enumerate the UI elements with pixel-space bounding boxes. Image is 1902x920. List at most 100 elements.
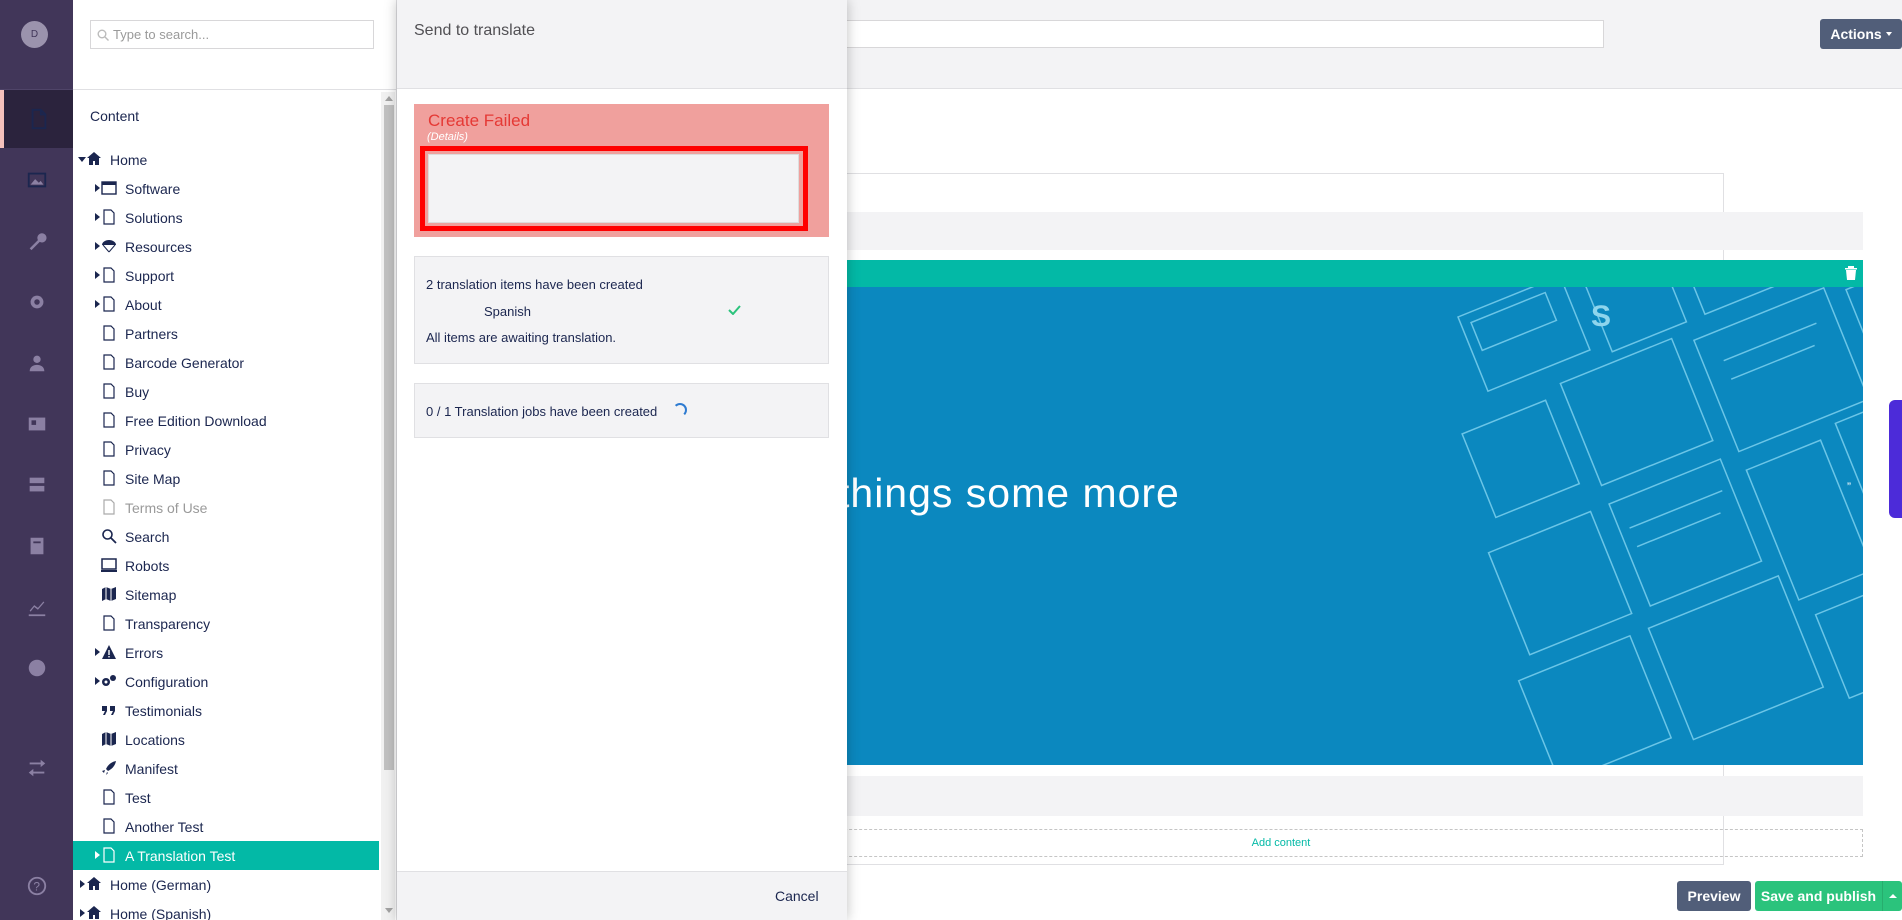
tree-item[interactable]: Free Edition Download bbox=[73, 406, 379, 435]
document-icon bbox=[100, 788, 118, 806]
tree-item-label: Home (Spanish) bbox=[110, 905, 212, 920]
tree-item[interactable]: Sitemap bbox=[73, 580, 379, 609]
nav-translation-button[interactable] bbox=[0, 517, 73, 575]
tree-item-label: Robots bbox=[125, 557, 170, 574]
add-content-button[interactable]: Add content bbox=[699, 829, 1863, 857]
tree-item[interactable]: Site Map bbox=[73, 464, 379, 493]
translation-items-card: 2 translation items have been created Sp… bbox=[414, 256, 829, 364]
nav-forms-button[interactable] bbox=[0, 456, 73, 514]
dialog-header: Send to translate bbox=[397, 0, 847, 89]
tree-item-label: Support bbox=[125, 267, 175, 284]
tree-item-label: Another Test bbox=[125, 818, 204, 835]
tree-item[interactable]: About bbox=[73, 290, 379, 319]
map-icon bbox=[100, 730, 118, 748]
tree-item[interactable]: Robots bbox=[73, 551, 379, 580]
tree-item-label: Configuration bbox=[125, 673, 209, 690]
tree-item[interactable]: Terms of Use bbox=[73, 493, 379, 522]
language-label: Spanish bbox=[484, 304, 531, 319]
loading-spinner-icon bbox=[673, 403, 687, 417]
tree-item[interactable]: Transparency bbox=[73, 609, 379, 638]
tree-item-label: Software bbox=[125, 180, 181, 197]
tree-item[interactable]: Privacy bbox=[73, 435, 379, 464]
check-icon bbox=[728, 305, 741, 315]
members-icon bbox=[28, 417, 45, 431]
feedback-tab[interactable] bbox=[1889, 400, 1902, 518]
help-button[interactable]: ? bbox=[0, 857, 73, 915]
content-tree: Home Software Solutions Resources Support Abo… bbox=[73, 145, 379, 920]
nav-users-button[interactable] bbox=[0, 334, 73, 392]
chevron-up-icon bbox=[1888, 894, 1897, 898]
scroll-down-icon[interactable] bbox=[385, 908, 393, 913]
tree-item-label: Search bbox=[125, 528, 170, 545]
selected-row-bar bbox=[698, 260, 1863, 287]
hero-illustration: S bbox=[1457, 287, 1863, 765]
tree-search-input[interactable]: Type to search... bbox=[90, 20, 374, 49]
home-icon bbox=[85, 904, 103, 920]
user-avatar[interactable]: D bbox=[21, 21, 48, 48]
translation-icon bbox=[30, 537, 43, 555]
error-details-box bbox=[428, 154, 799, 223]
tree-item[interactable]: Support bbox=[73, 261, 379, 290]
nav-deploy-button[interactable] bbox=[0, 739, 73, 797]
tree-item[interactable]: Locations bbox=[73, 725, 379, 754]
tree-item[interactable]: Home (Spanish) bbox=[73, 899, 379, 920]
tree-item[interactable]: Partners bbox=[73, 319, 379, 348]
hero-heading: things some more bbox=[838, 470, 1180, 516]
cogs-icon bbox=[100, 672, 118, 690]
actions-button[interactable]: Actions bbox=[1820, 19, 1902, 49]
tree-item[interactable]: Manifest bbox=[73, 754, 379, 783]
save-options-toggle[interactable] bbox=[1882, 881, 1902, 911]
tree-item[interactable]: Another Test bbox=[73, 812, 379, 841]
document-icon bbox=[100, 353, 118, 371]
tree-item[interactable]: Buy bbox=[73, 377, 379, 406]
content-tree-panel: Type to search... Content Home Software So… bbox=[73, 0, 397, 920]
tree-item-label: Sitemap bbox=[125, 586, 177, 603]
grid-row-footer bbox=[698, 776, 1863, 816]
tree-item-label: A Translation Test bbox=[125, 847, 236, 864]
items-created-text: 2 translation items have been created bbox=[426, 277, 643, 292]
tree-item[interactable]: Errors bbox=[73, 638, 379, 667]
nav-media-button[interactable] bbox=[0, 151, 73, 209]
tree-item-label: Home (German) bbox=[110, 876, 212, 893]
nav-analytics-button[interactable] bbox=[0, 578, 73, 636]
nav-members-button[interactable] bbox=[0, 395, 73, 453]
tree-item[interactable]: Solutions bbox=[73, 203, 379, 232]
save-and-publish-button[interactable]: Save and publish bbox=[1755, 881, 1882, 911]
node-name-input[interactable] bbox=[827, 20, 1604, 48]
tree-item-label: Errors bbox=[125, 644, 164, 661]
tree-item[interactable]: Test bbox=[73, 783, 379, 812]
nav-settings-wrench-button[interactable] bbox=[0, 212, 73, 270]
tree-item[interactable]: Software bbox=[73, 174, 379, 203]
preview-button[interactable]: Preview bbox=[1677, 881, 1751, 911]
media-icon bbox=[27, 172, 46, 188]
tree-item[interactable]: Home bbox=[73, 145, 379, 174]
tree-item-label: About bbox=[125, 296, 162, 313]
tree-item[interactable]: Barcode Generator bbox=[73, 348, 379, 377]
cancel-button[interactable]: Cancel bbox=[775, 888, 819, 904]
scroll-up-icon[interactable] bbox=[385, 96, 393, 101]
quote-icon bbox=[100, 701, 118, 719]
globe-icon bbox=[28, 659, 45, 677]
tree-item[interactable]: Testimonials bbox=[73, 696, 379, 725]
document-icon bbox=[100, 614, 118, 632]
delete-row-icon[interactable] bbox=[1844, 265, 1858, 281]
map-icon bbox=[100, 585, 118, 603]
tree-item[interactable]: Resources bbox=[73, 232, 379, 261]
tree-item-label: Solutions bbox=[125, 209, 183, 226]
tree-header-divider bbox=[73, 89, 397, 90]
dialog-title: Send to translate bbox=[414, 22, 535, 39]
document-icon bbox=[100, 846, 118, 864]
help-icon: ? bbox=[27, 876, 46, 896]
window-icon bbox=[100, 179, 118, 197]
tree-item[interactable]: A Translation Test bbox=[73, 841, 379, 870]
tree-item[interactable]: Home (German) bbox=[73, 870, 379, 899]
nav-content-button[interactable] bbox=[0, 90, 73, 148]
search-icon bbox=[97, 29, 109, 41]
tree-item-label: Testimonials bbox=[125, 702, 203, 719]
tree-item[interactable]: Configuration bbox=[73, 667, 379, 696]
tree-scrollbar-thumb[interactable] bbox=[384, 105, 394, 770]
nav-settings-gear-button[interactable] bbox=[0, 273, 73, 331]
error-details-link[interactable]: (Details) bbox=[427, 131, 468, 143]
tree-item[interactable]: Search bbox=[73, 522, 379, 551]
nav-globe-button[interactable] bbox=[0, 639, 73, 697]
